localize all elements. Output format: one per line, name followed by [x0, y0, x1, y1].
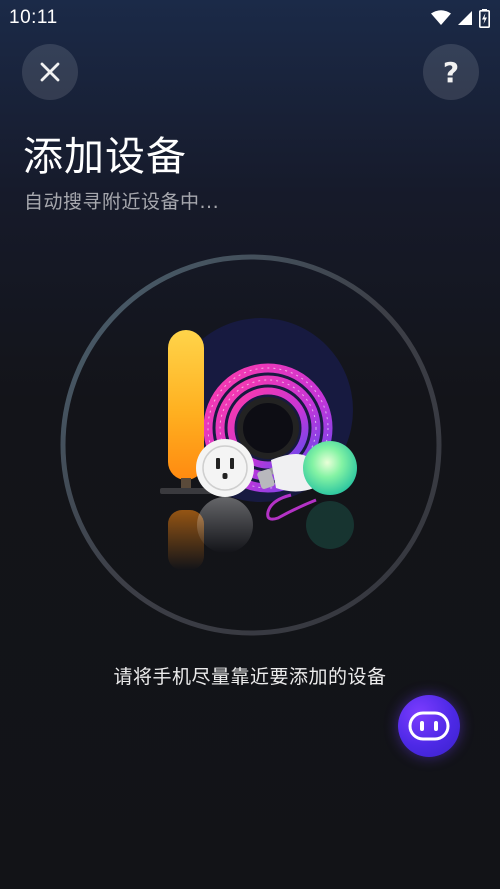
status-time: 10:11 [9, 7, 58, 28]
wifi-icon [431, 10, 451, 25]
page-title: 添加设备 [23, 134, 187, 180]
proximity-hint: 请将手机尽量靠近要添加的设备 [113, 666, 387, 688]
status-bar: 10:11 [0, 0, 500, 36]
help-button[interactable]: ? [423, 44, 479, 100]
close-icon [40, 62, 60, 82]
status-icons [431, 8, 490, 28]
help-icon: ? [442, 55, 460, 89]
robot-assistant-icon [408, 711, 450, 741]
close-button[interactable] [22, 44, 78, 100]
search-status-text: 自动搜寻附近设备中... [24, 191, 220, 213]
battery-charging-icon [479, 8, 490, 28]
device-scan-illustration [56, 250, 446, 640]
assistant-button[interactable] [398, 695, 460, 757]
signal-icon [458, 11, 472, 25]
